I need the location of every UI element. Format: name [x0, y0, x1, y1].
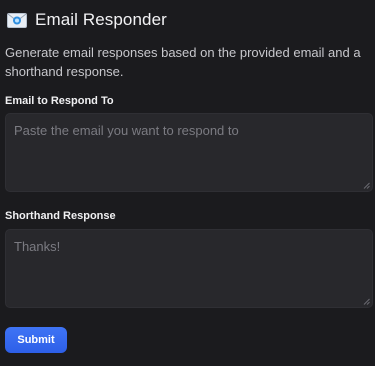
- shorthand-field-label: Shorthand Response: [5, 210, 116, 222]
- app-header: Email Responder: [6, 9, 167, 31]
- submit-button[interactable]: Submit: [5, 327, 67, 353]
- email-textarea-placeholder: Paste the email you want to respond to: [14, 123, 239, 138]
- page-description: Generate email responses based on the pr…: [5, 45, 361, 79]
- resize-handle-icon[interactable]: [363, 182, 370, 189]
- email-textarea[interactable]: Paste the email you want to respond to: [5, 113, 373, 192]
- page-title: Email Responder: [35, 10, 167, 29]
- shorthand-textarea-placeholder: Thanks!: [14, 239, 61, 254]
- resize-handle-icon[interactable]: [363, 298, 370, 305]
- email-field-label: Email to Respond To: [5, 95, 114, 107]
- shorthand-textarea[interactable]: Thanks!: [5, 229, 373, 308]
- email-envelope-icon: [6, 11, 28, 29]
